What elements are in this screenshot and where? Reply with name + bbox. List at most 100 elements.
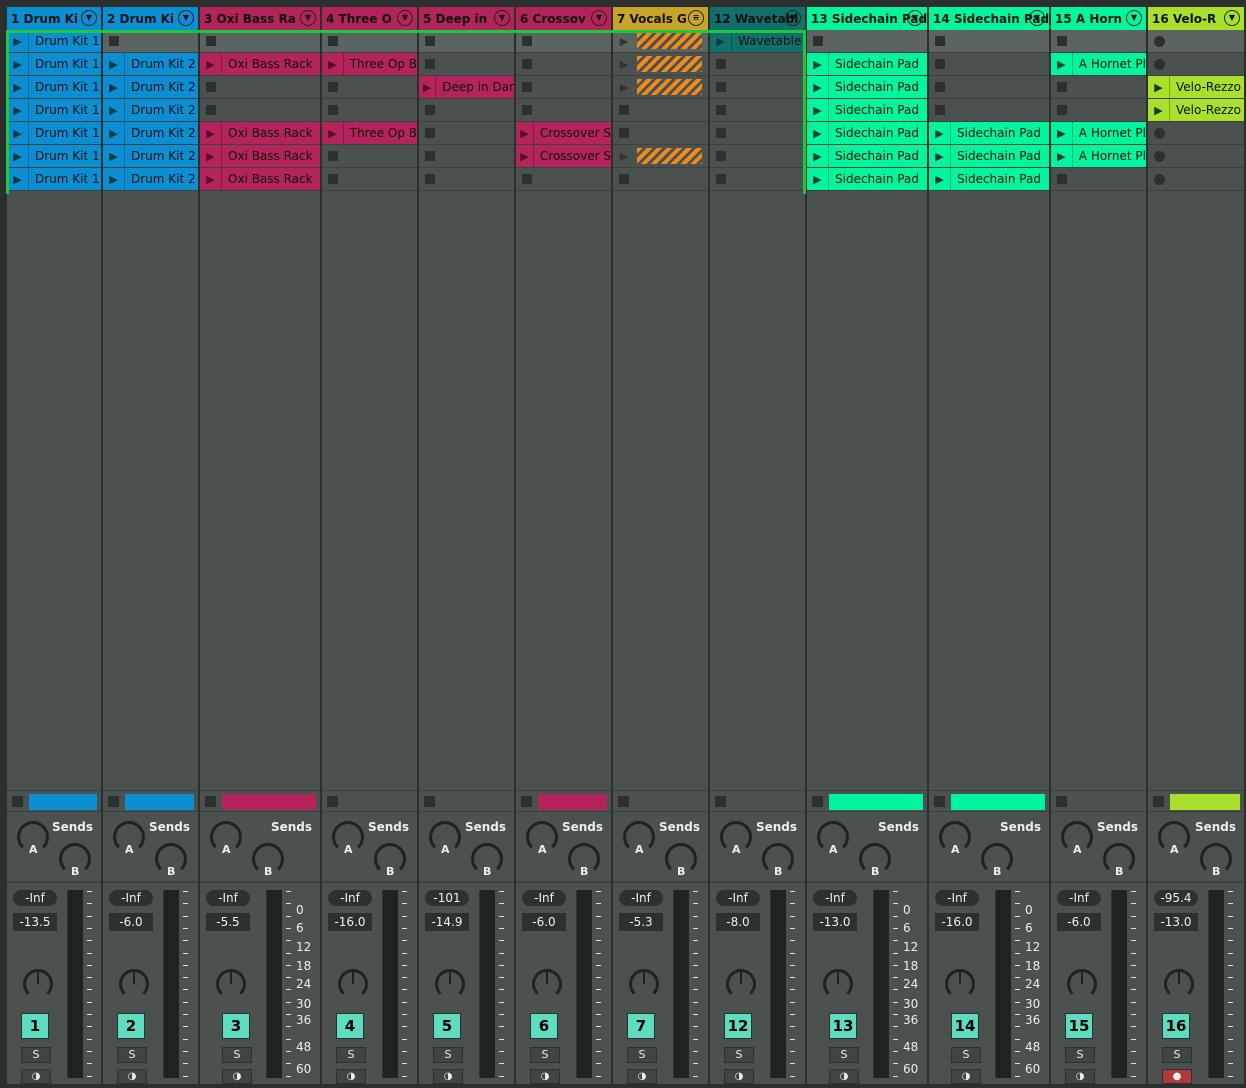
clip-slot[interactable]: ▶ Crossover S <box>516 145 611 168</box>
clip-play-icon[interactable]: ▶ <box>7 99 29 121</box>
clip-slot[interactable]: ▶ Sidechain Pad <box>807 76 927 99</box>
clip-slot[interactable]: ▶ A Hornet Pl <box>1051 53 1146 76</box>
clip-play-icon[interactable]: ▶ <box>807 76 829 98</box>
track-dropdown-icon[interactable]: ▼ <box>1224 10 1240 26</box>
clip-play-icon[interactable]: ▶ <box>7 53 29 75</box>
stop-button-icon[interactable] <box>425 59 435 69</box>
stop-button-icon[interactable] <box>1057 174 1067 184</box>
clip-slot[interactable] <box>1148 53 1244 76</box>
clip-slot[interactable] <box>200 76 320 99</box>
clip-slot[interactable]: ▶ Drum Kit 1 <box>7 30 101 53</box>
track-activator-button[interactable]: 5 <box>433 1013 461 1039</box>
solo-button[interactable]: S <box>829 1047 859 1063</box>
volume-field[interactable]: -16.0 <box>935 913 979 931</box>
clip-slot[interactable] <box>516 30 611 53</box>
track-stop-icon[interactable] <box>1153 796 1164 807</box>
clip-name[interactable]: Sidechain Pad <box>829 149 919 163</box>
volume-field[interactable]: -5.3 <box>619 913 663 931</box>
record-button-icon[interactable] <box>1154 58 1165 70</box>
solo-button[interactable]: S <box>724 1047 754 1063</box>
stop-button-icon[interactable] <box>522 36 532 46</box>
clip-slot[interactable]: ▶ Sidechain Pad <box>807 145 927 168</box>
pan-knob[interactable] <box>338 969 368 999</box>
clip-slot[interactable] <box>419 30 514 53</box>
track-header[interactable]: 5 Deep in ▼ <box>419 7 514 30</box>
clip-slot[interactable] <box>710 145 805 168</box>
clip-play-icon[interactable]: ▶ <box>200 122 222 144</box>
clip-slot[interactable] <box>322 30 417 53</box>
clip-slot[interactable] <box>322 145 417 168</box>
clip-name[interactable]: Sidechain Pad <box>829 57 919 71</box>
clip-slot[interactable]: ▶ A Hornet Pl <box>1051 122 1146 145</box>
clip-slot[interactable] <box>200 30 320 53</box>
pan-knob[interactable] <box>23 969 53 999</box>
monitor-button[interactable]: ◑ <box>336 1069 366 1084</box>
clip-name[interactable]: Wavetable <box>732 34 801 48</box>
track-dropdown-icon[interactable]: ▼ <box>300 10 316 26</box>
clip-name[interactable]: Sidechain Pad <box>951 126 1041 140</box>
clip-slot[interactable]: ▶ Velo-Rezzo <box>1148 99 1244 122</box>
clip-slot[interactable]: ▶ <box>613 53 708 76</box>
clip-play-icon[interactable]: ▶ <box>103 122 125 144</box>
clip-slot[interactable] <box>516 99 611 122</box>
clip-play-icon[interactable]: ▶ <box>200 145 222 167</box>
solo-button[interactable]: S <box>21 1047 51 1063</box>
track-header[interactable]: 16 Velo-R ▼ <box>1148 7 1244 30</box>
clip-name[interactable]: Oxi Bass Rack <box>222 57 313 71</box>
clip-play-icon[interactable]: ▶ <box>7 30 29 52</box>
pan-knob[interactable] <box>823 969 853 999</box>
pan-knob[interactable] <box>435 969 465 999</box>
track-activator-button[interactable]: 1 <box>21 1013 49 1039</box>
track-header[interactable]: 15 A Horn ▼ <box>1051 7 1146 30</box>
stop-button-icon[interactable] <box>619 105 629 115</box>
clip-name[interactable]: A Hornet Pl <box>1073 57 1146 71</box>
clip-name[interactable]: Drum Kit 2 <box>125 103 196 117</box>
record-button-icon[interactable] <box>1154 35 1165 47</box>
clip-slot[interactable] <box>710 76 805 99</box>
solo-button[interactable]: S <box>951 1047 981 1063</box>
clip-slot[interactable] <box>516 53 611 76</box>
clip-slot[interactable]: ▶ Three Op B <box>322 53 417 76</box>
clip-slot[interactable]: ▶ Drum Kit 1 <box>7 122 101 145</box>
clip-play-icon[interactable]: ▶ <box>807 122 829 144</box>
clip-slot[interactable] <box>1051 30 1146 53</box>
clip-slot[interactable]: ▶ A Hornet Pl <box>1051 145 1146 168</box>
clip-slot[interactable] <box>807 30 927 53</box>
volume-field[interactable]: -6.0 <box>1057 913 1101 931</box>
stop-button-icon[interactable] <box>716 59 726 69</box>
clip-name[interactable]: Velo-Rezzo <box>1170 80 1241 94</box>
clip-name[interactable]: Crossover S <box>534 149 611 163</box>
pan-knob[interactable] <box>216 969 246 999</box>
play-button-icon[interactable]: ▶ <box>613 145 635 167</box>
clip-slot[interactable]: ▶ Deep in Dar <box>419 76 514 99</box>
clip-name[interactable]: Oxi Bass Rack <box>222 172 313 186</box>
clip-name[interactable]: A Hornet Pl <box>1073 149 1146 163</box>
clip-play-icon[interactable]: ▶ <box>7 145 29 167</box>
stop-button-icon[interactable] <box>425 36 435 46</box>
monitor-button[interactable]: ◑ <box>829 1069 859 1084</box>
clip-slot[interactable] <box>929 76 1049 99</box>
clip-slot[interactable] <box>322 76 417 99</box>
track-stop-icon[interactable] <box>618 796 629 807</box>
clip-slot[interactable] <box>1148 122 1244 145</box>
clip-play-icon[interactable]: ▶ <box>807 99 829 121</box>
clip-name[interactable]: Sidechain Pad <box>829 80 919 94</box>
volume-field[interactable]: -8.0 <box>716 913 760 931</box>
volume-field[interactable]: -13.0 <box>813 913 857 931</box>
track-dropdown-icon[interactable]: ▼ <box>81 10 97 26</box>
stop-button-icon[interactable] <box>1057 105 1067 115</box>
clip-play-icon[interactable]: ▶ <box>929 145 951 167</box>
clip-slot[interactable] <box>929 99 1049 122</box>
track-dropdown-icon[interactable]: ▼ <box>785 10 801 26</box>
clip-slot[interactable] <box>419 122 514 145</box>
clip-slot[interactable]: ▶ <box>613 145 708 168</box>
stop-button-icon[interactable] <box>206 105 216 115</box>
clip-play-icon[interactable]: ▶ <box>419 76 437 98</box>
solo-button[interactable]: S <box>627 1047 657 1063</box>
pan-knob[interactable] <box>726 969 756 999</box>
clip-slot[interactable]: ▶ Drum Kit 2 <box>103 53 198 76</box>
track-activator-button[interactable]: 3 <box>222 1013 250 1039</box>
track-activator-button[interactable]: 12 <box>724 1013 752 1039</box>
record-button-icon[interactable] <box>1154 127 1165 139</box>
track-stop-icon[interactable] <box>108 796 119 807</box>
